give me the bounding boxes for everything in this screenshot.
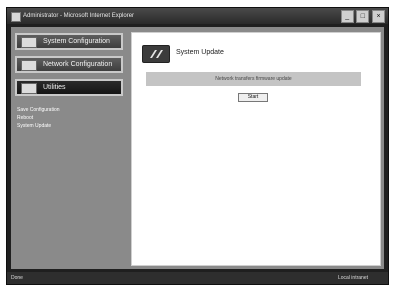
tools-icon <box>21 83 37 94</box>
window-controls: _ □ × <box>340 10 385 23</box>
page-title: System Update <box>176 49 224 56</box>
page-content: System Configuration Network Configurati… <box>11 27 384 269</box>
network-configuration-label: Network Configuration <box>42 61 113 68</box>
browser-window: Administrator - Microsoft Internet Explo… <box>6 7 389 285</box>
utilities-submenu: Save Configuration Reboot System Update <box>15 106 127 130</box>
system-update-icon <box>142 45 170 63</box>
minimize-button[interactable]: _ <box>340 10 354 23</box>
system-configuration-label: System Configuration <box>42 38 110 45</box>
submenu-save-configuration[interactable]: Save Configuration <box>17 106 127 114</box>
system-configuration-button[interactable]: System Configuration <box>15 33 123 50</box>
window-title: Administrator - Microsoft Internet Explo… <box>23 13 135 19</box>
title-bar[interactable]: Administrator - Microsoft Internet Explo… <box>7 8 388 24</box>
info-bar: Network transfers firmware update <box>146 72 361 86</box>
status-text: Done <box>11 275 23 281</box>
close-button[interactable]: × <box>372 10 385 23</box>
utilities-label: Utilities <box>42 84 66 91</box>
maximize-button[interactable]: □ <box>356 10 370 23</box>
sidebar: System Configuration Network Configurati… <box>15 33 127 269</box>
monitor-icon <box>21 37 37 48</box>
status-bar: Done Local intranet <box>7 272 388 284</box>
network-icon <box>21 60 37 71</box>
main-panel: System Update Network transfers firmware… <box>131 32 381 266</box>
zone-text: Local intranet <box>337 275 368 281</box>
browser-icon <box>11 12 21 22</box>
utilities-button[interactable]: Utilities <box>15 79 123 96</box>
network-configuration-button[interactable]: Network Configuration <box>15 56 123 73</box>
submenu-reboot[interactable]: Reboot <box>17 114 127 122</box>
submenu-system-update[interactable]: System Update <box>17 122 127 130</box>
start-button[interactable]: Start <box>238 93 268 102</box>
